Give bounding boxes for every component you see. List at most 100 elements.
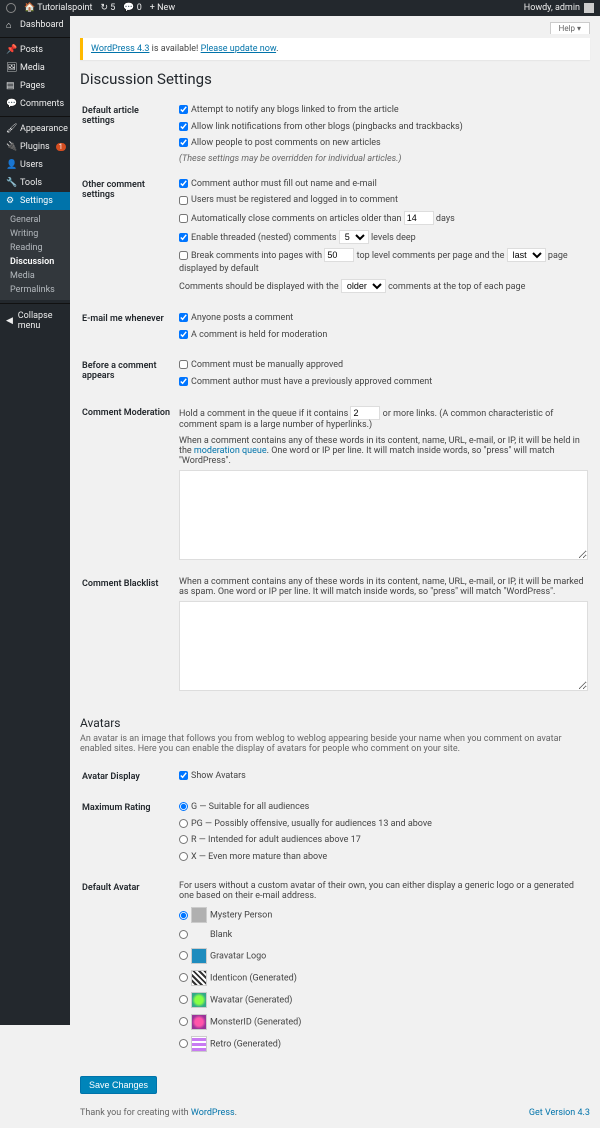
row-avatar-display: Avatar Display xyxy=(82,764,177,793)
default-avatar-desc: For users without a custom avatar of the… xyxy=(179,881,588,901)
opt-require-login[interactable]: Users must be registered and logged in t… xyxy=(179,194,588,207)
comment-order-select[interactable]: older xyxy=(341,279,386,293)
footer: Thank you for creating with WordPress. G… xyxy=(80,1108,590,1118)
sidebar-item-appearance[interactable]: 🖌Appearance xyxy=(0,120,70,138)
help-tab[interactable]: Help ▾ xyxy=(550,22,590,34)
user-icon: 👤 xyxy=(6,160,16,170)
monster-icon xyxy=(191,1014,207,1030)
sub-discussion[interactable]: Discussion xyxy=(0,255,70,269)
opt-trackback[interactable]: Allow link notifications from other blog… xyxy=(179,121,588,134)
site-link[interactable]: 🏠 Tutorialspoint xyxy=(24,3,92,13)
save-button[interactable]: Save Changes xyxy=(80,1076,157,1094)
opt-pingback[interactable]: Attempt to notify any blogs linked to fr… xyxy=(179,104,588,117)
mystery-icon xyxy=(191,907,207,923)
rating-x[interactable]: X — Even more mature than above xyxy=(179,851,588,864)
default-note: (These settings may be overridden for in… xyxy=(179,154,401,164)
av-mystery[interactable]: Mystery Person xyxy=(179,907,588,923)
wrench-icon: 🔧 xyxy=(6,178,16,188)
row-default-article: Default article settings xyxy=(82,98,177,170)
sub-general[interactable]: General xyxy=(0,213,70,227)
av-gravatar[interactable]: Gravatar Logo xyxy=(179,948,588,964)
row-other-comment: Other comment settings xyxy=(82,172,177,304)
wp-version-link[interactable]: WordPress 4.3 xyxy=(91,44,149,54)
new-link[interactable]: + New xyxy=(150,3,175,13)
blacklist-text: When a comment contains any of these wor… xyxy=(179,577,588,597)
sidebar-item-tools[interactable]: 🔧Tools xyxy=(0,174,70,192)
gear-icon: ⚙ xyxy=(6,196,16,206)
opt-order: Comments should be displayed with the ol… xyxy=(179,279,588,294)
sidebar-item-posts[interactable]: 📌Posts xyxy=(0,41,70,59)
per-page-input[interactable] xyxy=(324,248,354,262)
sidebar-item-pages[interactable]: ▤Pages xyxy=(0,77,70,95)
get-version-link[interactable]: Get Version 4.3 xyxy=(529,1108,590,1118)
sidebar-item-plugins[interactable]: 🔌Plugins1 xyxy=(0,138,70,156)
opt-threaded[interactable]: Enable threaded (nested) comments 5 leve… xyxy=(179,230,588,245)
comment-icon: 💬 xyxy=(6,99,16,109)
sub-media[interactable]: Media xyxy=(0,269,70,283)
wordpress-link[interactable]: WordPress xyxy=(191,1108,235,1118)
comments-link[interactable]: 💬 0 xyxy=(123,3,142,13)
wordpress-icon[interactable] xyxy=(6,3,16,13)
max-links-input[interactable] xyxy=(350,406,380,420)
wavatar-icon xyxy=(191,992,207,1008)
opt-require-name[interactable]: Comment author must fill out name and e-… xyxy=(179,178,588,191)
settings-submenu: General Writing Reading Discussion Media… xyxy=(0,210,70,300)
av-wavatar[interactable]: Wavatar (Generated) xyxy=(179,992,588,1008)
rating-r[interactable]: R — Intended for adult audiences above 1… xyxy=(179,834,588,847)
row-default-avatar: Default Avatar xyxy=(82,875,177,1062)
page-icon: ▤ xyxy=(6,81,16,91)
plugins-badge: 1 xyxy=(56,143,66,151)
moderation-keys-textarea[interactable] xyxy=(179,470,588,560)
pin-icon: 📌 xyxy=(6,45,16,55)
mod-links-text: Hold a comment in the queue if it contai… xyxy=(179,406,588,430)
identicon-icon xyxy=(191,970,207,986)
av-retro[interactable]: Retro (Generated) xyxy=(179,1036,588,1052)
av-identicon[interactable]: Identicon (Generated) xyxy=(179,970,588,986)
update-now-link[interactable]: Please update now xyxy=(201,44,276,54)
update-notice: WordPress 4.3 is available! Please updat… xyxy=(80,38,590,60)
opt-auto-close[interactable]: Automatically close comments on articles… xyxy=(179,211,588,226)
blacklist-keys-textarea[interactable] xyxy=(179,601,588,691)
avatars-desc: An avatar is an image that follows you f… xyxy=(80,734,590,754)
row-max-rating: Maximum Rating xyxy=(82,795,177,873)
moderation-queue-link[interactable]: moderation queue xyxy=(194,446,267,456)
updates-link[interactable]: ↻ 5 xyxy=(100,3,115,13)
rating-g[interactable]: G — Suitable for all audiences xyxy=(179,801,588,814)
media-icon: 🖼 xyxy=(6,63,16,73)
collapse-menu[interactable]: ◀Collapse menu xyxy=(0,307,70,335)
av-blank[interactable]: Blank xyxy=(179,929,588,942)
opt-prev-approved[interactable]: Comment author must have a previously ap… xyxy=(179,376,588,389)
default-page-select[interactable]: last xyxy=(507,248,546,262)
sidebar-item-comments[interactable]: 💬Comments xyxy=(0,95,70,113)
sidebar-item-users[interactable]: 👤Users xyxy=(0,156,70,174)
sidebar-item-media[interactable]: 🖼Media xyxy=(0,59,70,77)
opt-allow-comments[interactable]: Allow people to post comments on new art… xyxy=(179,137,588,150)
rating-pg[interactable]: PG — Possibly offensive, usually for aud… xyxy=(179,818,588,831)
howdy-text[interactable]: Howdy, admin xyxy=(524,3,580,13)
row-before-appear: Before a comment appears xyxy=(82,353,177,398)
opt-email-post[interactable]: Anyone posts a comment xyxy=(179,312,588,325)
row-email-me: E-mail me whenever xyxy=(82,306,177,351)
sidebar-item-settings[interactable]: ⚙Settings xyxy=(0,192,70,210)
admin-sidebar: ⌂Dashboard 📌Posts 🖼Media ▤Pages 💬Comment… xyxy=(0,16,70,1025)
sub-permalinks[interactable]: Permalinks xyxy=(0,283,70,297)
gravatar-icon xyxy=(191,948,207,964)
sidebar-item-dashboard[interactable]: ⌂Dashboard xyxy=(0,16,70,34)
brush-icon: 🖌 xyxy=(6,124,16,134)
opt-manual-approve[interactable]: Comment must be manually approved xyxy=(179,359,588,372)
close-days-input[interactable] xyxy=(404,211,434,225)
collapse-icon: ◀ xyxy=(6,316,14,326)
retro-icon xyxy=(191,1036,207,1052)
row-moderation: Comment Moderation xyxy=(82,400,177,569)
sub-writing[interactable]: Writing xyxy=(0,227,70,241)
opt-email-mod[interactable]: A comment is held for moderation xyxy=(179,329,588,342)
av-monster[interactable]: MonsterID (Generated) xyxy=(179,1014,588,1030)
avatar[interactable] xyxy=(584,3,594,13)
row-blacklist: Comment Blacklist xyxy=(82,571,177,700)
plugin-icon: 🔌 xyxy=(6,142,16,152)
opt-show-avatars[interactable]: Show Avatars xyxy=(179,770,588,783)
avatars-heading: Avatars xyxy=(80,716,590,730)
opt-paginate[interactable]: Break comments into pages with top level… xyxy=(179,248,588,275)
thread-levels-select[interactable]: 5 xyxy=(339,230,369,244)
sub-reading[interactable]: Reading xyxy=(0,241,70,255)
